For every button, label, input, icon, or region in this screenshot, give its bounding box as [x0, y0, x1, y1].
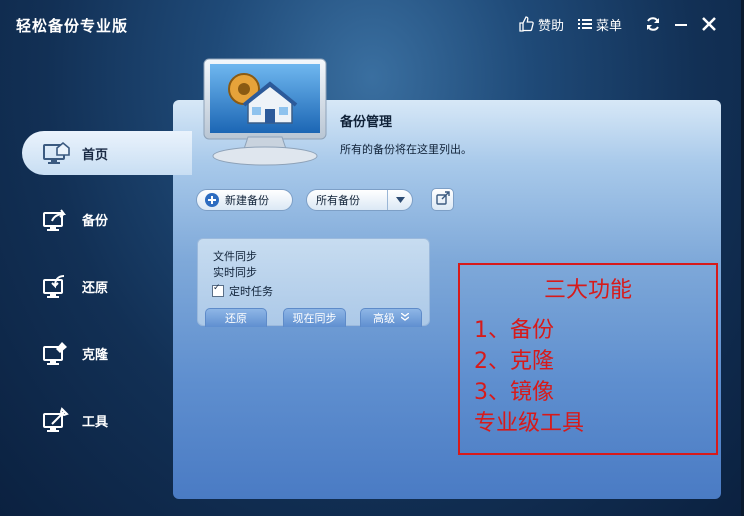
backup-icon: [42, 205, 70, 233]
close-button[interactable]: [702, 14, 716, 34]
close-icon: [702, 17, 716, 31]
sidebar-item-backup[interactable]: 备份: [22, 197, 192, 241]
sidebar-item-label: 工具: [82, 414, 109, 430]
sidebar-item-label: 备份: [82, 213, 109, 229]
task-name: 文件同步: [213, 250, 257, 263]
app-title: 轻松备份专业版: [16, 17, 129, 35]
restore-icon: [42, 272, 70, 300]
sidebar-item-label: 首页: [82, 147, 109, 163]
menu-icon: [578, 17, 592, 31]
export-button[interactable]: [431, 188, 454, 211]
task-type: 实时同步: [213, 266, 257, 279]
sync-now-button[interactable]: 现在同步: [283, 308, 346, 327]
backup-filter-value: 所有备份: [316, 194, 360, 207]
new-backup-button[interactable]: 新建备份: [196, 189, 293, 211]
menu-label: 菜单: [596, 18, 623, 34]
schedule-checkbox-label: 定时任务: [229, 285, 273, 298]
page-subtitle: 所有的备份将在这里列出。: [340, 143, 472, 156]
clone-icon: [42, 339, 70, 367]
annotation-item: 2、克隆: [474, 349, 554, 374]
annotation-item: 3、镜像: [474, 380, 554, 405]
refresh-icon: [645, 16, 661, 32]
annotation-item: 专业级工具: [474, 411, 585, 436]
advanced-label: 高级: [373, 312, 395, 325]
double-chevron-down-icon: [400, 311, 410, 324]
annotation-title: 三大功能: [543, 278, 632, 303]
annotation-item: 1、备份: [474, 318, 554, 343]
sidebar-item-label: 还原: [82, 280, 109, 296]
backup-filter-select[interactable]: 所有备份: [306, 189, 413, 211]
sidebar-item-home[interactable]: 首页: [22, 131, 192, 175]
chevron-down-icon: [387, 190, 412, 210]
advanced-button[interactable]: 高级: [360, 308, 422, 327]
backup-task-card: 文件同步 实时同步 定时任务 还原 现在同步 高级: [197, 238, 430, 327]
menu-button[interactable]: 菜单: [578, 14, 622, 34]
page-title: 备份管理: [340, 115, 393, 130]
sponsor-button[interactable]: 赞助: [518, 14, 564, 34]
minimize-button[interactable]: [674, 14, 688, 34]
minimize-icon: [674, 17, 688, 31]
thumbs-up-icon: [518, 16, 534, 32]
schedule-checkbox-row[interactable]: 定时任务: [212, 283, 273, 299]
feature-annotation-box: 三大功能 1、备份 2、克隆 3、镜像 专业级工具: [458, 263, 718, 455]
sidebar-item-clone[interactable]: 克隆: [22, 331, 192, 375]
restore-label: 还原: [225, 312, 247, 325]
sidebar-item-label: 克隆: [82, 347, 109, 363]
sponsor-label: 赞助: [538, 18, 565, 34]
refresh-button[interactable]: [645, 14, 661, 34]
backup-monitor-illustration: [200, 55, 330, 167]
schedule-checkbox[interactable]: [212, 283, 224, 297]
sidebar-item-tools[interactable]: 工具: [22, 398, 192, 442]
export-icon: [435, 190, 450, 209]
new-backup-label: 新建备份: [225, 194, 269, 207]
sidebar-item-restore[interactable]: 还原: [22, 264, 192, 308]
tools-icon: [42, 406, 70, 434]
sync-now-label: 现在同步: [292, 312, 337, 325]
restore-button[interactable]: 还原: [205, 308, 267, 327]
plus-circle-icon: [205, 193, 219, 207]
home-monitor-icon: [42, 139, 70, 167]
